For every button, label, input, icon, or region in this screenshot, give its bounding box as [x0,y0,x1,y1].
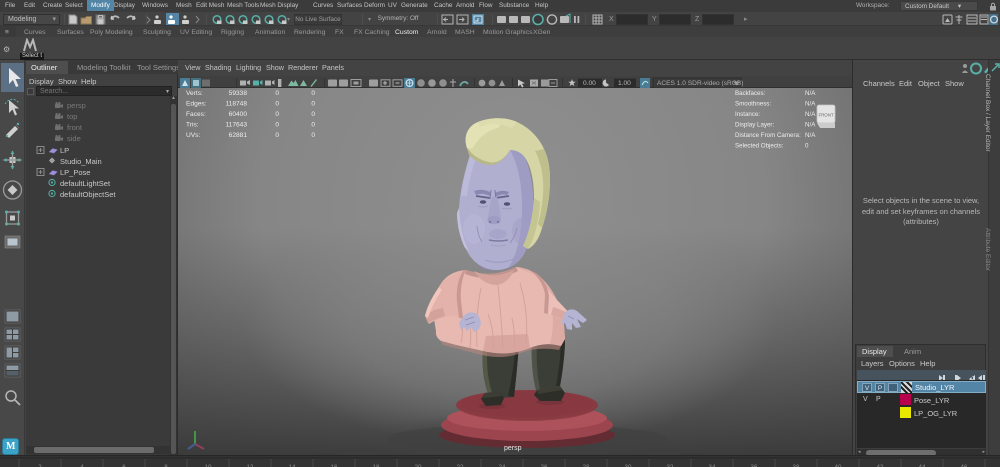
svg-text:Verts:: Verts: [186,90,203,97]
svg-text:defaultLightSet: defaultLightSet [60,179,111,188]
svg-text:UVs:: UVs: [186,132,200,139]
svg-text:Selected Objects:: Selected Objects: [735,143,784,150]
svg-text:0: 0 [275,132,279,139]
svg-text:0: 0 [275,111,279,118]
svg-text:N/A: N/A [805,111,816,118]
svg-text:LP_Pose: LP_Pose [60,168,90,177]
svg-text:Smoothness:: Smoothness: [735,101,771,108]
svg-text:Display Layer:: Display Layer: [735,122,774,129]
svg-text:persp: persp [504,445,522,452]
svg-text:N/A: N/A [805,122,816,129]
svg-text:0.00: 0.00 [583,80,596,87]
svg-text:0: 0 [311,90,315,97]
svg-text:Backfaces:: Backfaces: [735,90,766,97]
svg-text:1.00: 1.00 [618,80,631,87]
svg-text:persp: persp [67,101,86,110]
svg-text:0: 0 [805,143,809,150]
svg-text:N/A: N/A [805,132,816,139]
svg-text:117643: 117643 [225,122,247,129]
svg-text:60400: 60400 [229,111,248,118]
svg-text:front: front [67,123,83,132]
svg-text:0: 0 [311,111,315,118]
svg-text:Faces:: Faces: [186,111,206,118]
svg-text:0: 0 [275,101,279,108]
svg-text:0: 0 [275,90,279,97]
svg-text:Instance:: Instance: [735,111,760,118]
svg-text:N/A: N/A [805,90,816,97]
svg-text:0: 0 [311,122,315,129]
svg-text:0: 0 [311,132,315,139]
svg-text:defaultObjectSet: defaultObjectSet [60,190,116,199]
svg-text:Distance From Camera:: Distance From Camera: [735,132,801,139]
svg-text:side: side [67,134,81,143]
svg-text:62881: 62881 [229,132,248,139]
svg-text:ACES 1.0 SDR-video (sRGB): ACES 1.0 SDR-video (sRGB) [657,80,743,87]
svg-text:0: 0 [275,122,279,129]
svg-text:top: top [67,112,77,121]
svg-text:Tris:: Tris: [186,122,199,129]
svg-text:LP: LP [60,146,69,155]
svg-text:Studio_Main: Studio_Main [60,157,102,166]
svg-text:FRONT: FRONT [818,113,833,118]
svg-text:0: 0 [311,101,315,108]
svg-text:Edges:: Edges: [186,101,207,108]
svg-text:59338: 59338 [229,90,248,97]
svg-text:N/A: N/A [805,101,816,108]
svg-text:118748: 118748 [225,101,247,108]
